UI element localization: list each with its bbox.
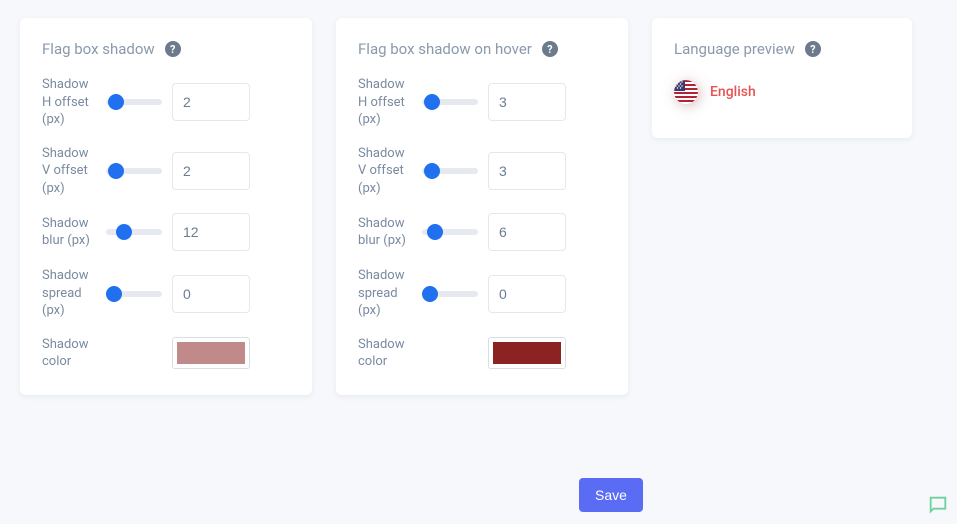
hover-spread-input[interactable]	[488, 275, 566, 313]
help-icon[interactable]: ?	[542, 41, 558, 57]
hover-h-offset-slider[interactable]	[422, 99, 478, 105]
color-row: Shadow color	[42, 336, 290, 371]
blur-label: Shadow blur (px)	[42, 215, 98, 250]
shadow-color-swatch	[177, 342, 245, 364]
color-label: Shadow color	[42, 336, 98, 371]
hover-blur-slider-wrap	[422, 229, 478, 235]
spread-input[interactable]	[172, 275, 250, 313]
h-offset-slider[interactable]	[106, 99, 162, 105]
hover-blur-label: Shadow blur (px)	[358, 215, 414, 250]
hover-blur-row: Shadow blur (px)	[358, 213, 606, 251]
hover-shadow-color-swatch	[493, 342, 561, 364]
v-offset-input[interactable]	[172, 152, 250, 190]
flag-icon	[674, 80, 698, 104]
blur-row: Shadow blur (px)	[42, 213, 290, 251]
h-offset-slider-wrap	[106, 99, 162, 105]
hover-v-offset-slider[interactable]	[422, 168, 478, 174]
spread-slider-wrap	[106, 291, 162, 297]
hover-v-offset-row: Shadow V offset (px)	[358, 145, 606, 198]
shadow-color-picker[interactable]	[172, 337, 250, 369]
card-title-row: Flag box shadow ?	[42, 40, 290, 58]
shadow-normal-title: Flag box shadow	[42, 40, 155, 58]
help-icon[interactable]: ?	[165, 41, 181, 57]
hover-h-offset-input[interactable]	[488, 83, 566, 121]
hover-v-offset-input[interactable]	[488, 152, 566, 190]
hover-h-offset-slider-wrap	[422, 99, 478, 105]
spread-slider[interactable]	[106, 291, 162, 297]
hover-color-label: Shadow color	[358, 336, 414, 371]
preview-language-text: English	[710, 84, 756, 100]
hover-v-offset-slider-wrap	[422, 168, 478, 174]
hover-spread-label: Shadow spread (px)	[358, 267, 414, 320]
spread-label: Shadow spread (px)	[42, 267, 98, 320]
card-title-row: Flag box shadow on hover ?	[358, 40, 606, 58]
card-title-row: Language preview ?	[674, 40, 890, 58]
hover-shadow-color-picker[interactable]	[488, 337, 566, 369]
language-preview-card: Language preview ?	[652, 18, 912, 138]
spread-row: Shadow spread (px)	[42, 267, 290, 320]
preview-title: Language preview	[674, 40, 795, 58]
h-offset-input[interactable]	[172, 83, 250, 121]
hover-spread-slider[interactable]	[422, 291, 478, 297]
h-offset-label: Shadow H offset (px)	[42, 76, 98, 129]
preview-body: English	[674, 80, 890, 104]
h-offset-row: Shadow H offset (px)	[42, 76, 290, 129]
blur-input[interactable]	[172, 213, 250, 251]
hover-color-row: Shadow color	[358, 336, 606, 371]
hover-v-offset-label: Shadow V offset (px)	[358, 145, 414, 198]
blur-slider[interactable]	[106, 229, 162, 235]
hover-h-offset-row: Shadow H offset (px)	[358, 76, 606, 129]
shadow-hover-title: Flag box shadow on hover	[358, 40, 532, 58]
hover-spread-slider-wrap	[422, 291, 478, 297]
v-offset-slider[interactable]	[106, 168, 162, 174]
v-offset-slider-wrap	[106, 168, 162, 174]
blur-slider-wrap	[106, 229, 162, 235]
save-button[interactable]: Save	[579, 478, 643, 512]
v-offset-label: Shadow V offset (px)	[42, 145, 98, 198]
hover-h-offset-label: Shadow H offset (px)	[358, 76, 414, 129]
cards-row: Flag box shadow ? Shadow H offset (px) S…	[20, 18, 937, 395]
shadow-normal-card: Flag box shadow ? Shadow H offset (px) S…	[20, 18, 312, 395]
hover-blur-slider[interactable]	[422, 229, 478, 235]
shadow-hover-card: Flag box shadow on hover ? Shadow H offs…	[336, 18, 628, 395]
chat-icon[interactable]	[927, 494, 949, 516]
v-offset-row: Shadow V offset (px)	[42, 145, 290, 198]
hover-blur-input[interactable]	[488, 213, 566, 251]
hover-spread-row: Shadow spread (px)	[358, 267, 606, 320]
help-icon[interactable]: ?	[805, 41, 821, 57]
